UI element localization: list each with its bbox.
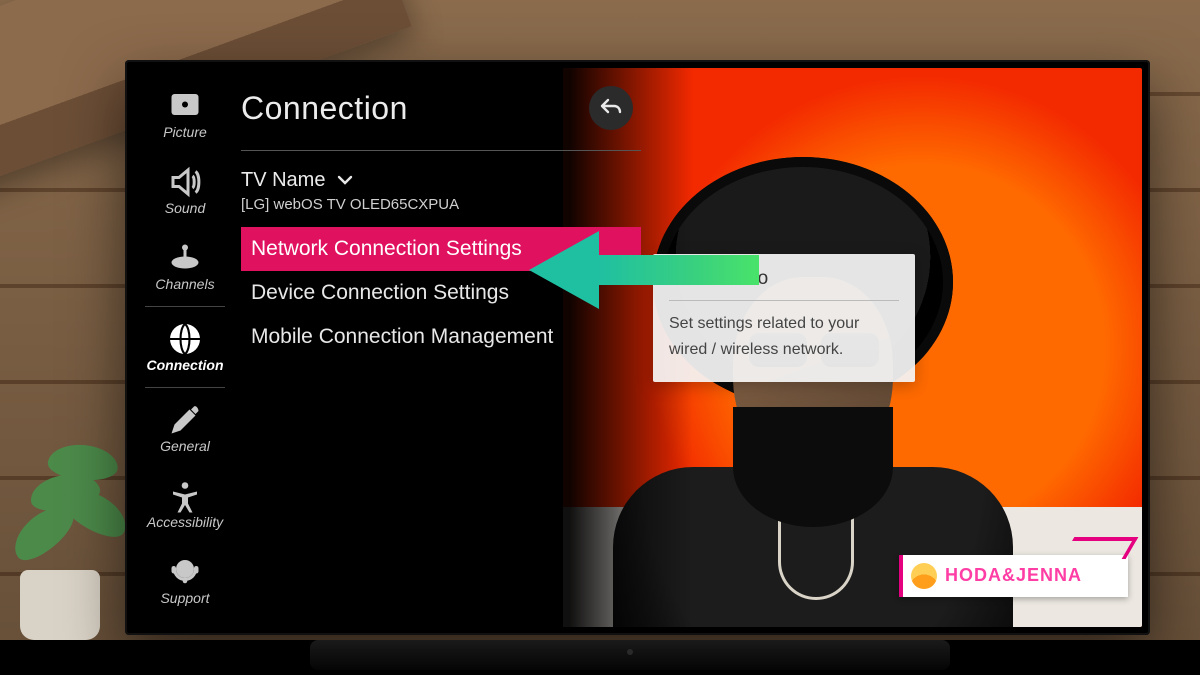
chevron-down-icon	[337, 169, 353, 192]
sidebar-label: Connection	[147, 357, 224, 373]
broadcast-chyron: HODA&JENNA	[899, 555, 1128, 597]
potted-plant	[0, 440, 130, 640]
menu-item-network[interactable]: Network Connection Settings	[241, 227, 641, 271]
sidebar-label: Sound	[165, 200, 205, 216]
accessibility-icon	[167, 478, 203, 514]
sidebar-item-support[interactable]: Support	[133, 542, 237, 618]
connection-icon	[167, 321, 203, 357]
settings-panel: Connection TV Name [LG] webOS TV OLED65C…	[241, 78, 641, 359]
room-background: HODA&JENNA Picture Sound Channels	[0, 0, 1200, 675]
tv-screen: HODA&JENNA Picture Sound Channels	[133, 68, 1142, 627]
tv-name-value: [LG] webOS TV OLED65CXPUA	[241, 196, 641, 213]
panel-title: Connection	[241, 90, 408, 127]
sunrise-icon	[911, 563, 937, 589]
back-icon	[599, 96, 623, 120]
menu-item-mobile[interactable]: Mobile Connection Management	[241, 315, 641, 359]
sidebar-item-general[interactable]: General	[133, 390, 237, 466]
tv-name-label: TV Name	[241, 169, 325, 191]
sidebar-label: Picture	[163, 124, 207, 140]
back-button[interactable]	[589, 86, 633, 130]
sidebar-item-channels[interactable]: Channels	[133, 228, 237, 304]
tv-name-row[interactable]: TV Name [LG] webOS TV OLED65CXPUA	[241, 167, 641, 227]
sidebar-label: Support	[160, 590, 209, 606]
help-title: Network Co	[669, 268, 899, 301]
help-body: Set settings related to your wired / wir…	[669, 311, 899, 362]
settings-sidebar: Picture Sound Channels Connection	[133, 68, 237, 627]
help-bubble: Network Co Set settings related to your …	[653, 254, 915, 382]
sidebar-item-connection[interactable]: Connection	[133, 309, 237, 385]
channels-icon	[167, 240, 203, 276]
sidebar-item-sound[interactable]: Sound	[133, 152, 237, 228]
sidebar-item-accessibility[interactable]: Accessibility	[133, 466, 237, 542]
menu-item-device[interactable]: Device Connection Settings	[241, 271, 641, 315]
sidebar-label: Channels	[155, 276, 214, 292]
picture-icon	[167, 88, 203, 124]
sidebar-label: Accessibility	[147, 514, 223, 530]
support-icon	[167, 554, 203, 590]
chyron-text: HODA&JENNA	[945, 565, 1082, 586]
general-icon	[167, 402, 203, 438]
sidebar-item-picture[interactable]: Picture	[133, 76, 237, 152]
sound-icon	[167, 164, 203, 200]
soundbar	[310, 640, 950, 670]
television-frame: HODA&JENNA Picture Sound Channels	[125, 60, 1150, 635]
sidebar-label: General	[160, 438, 210, 454]
